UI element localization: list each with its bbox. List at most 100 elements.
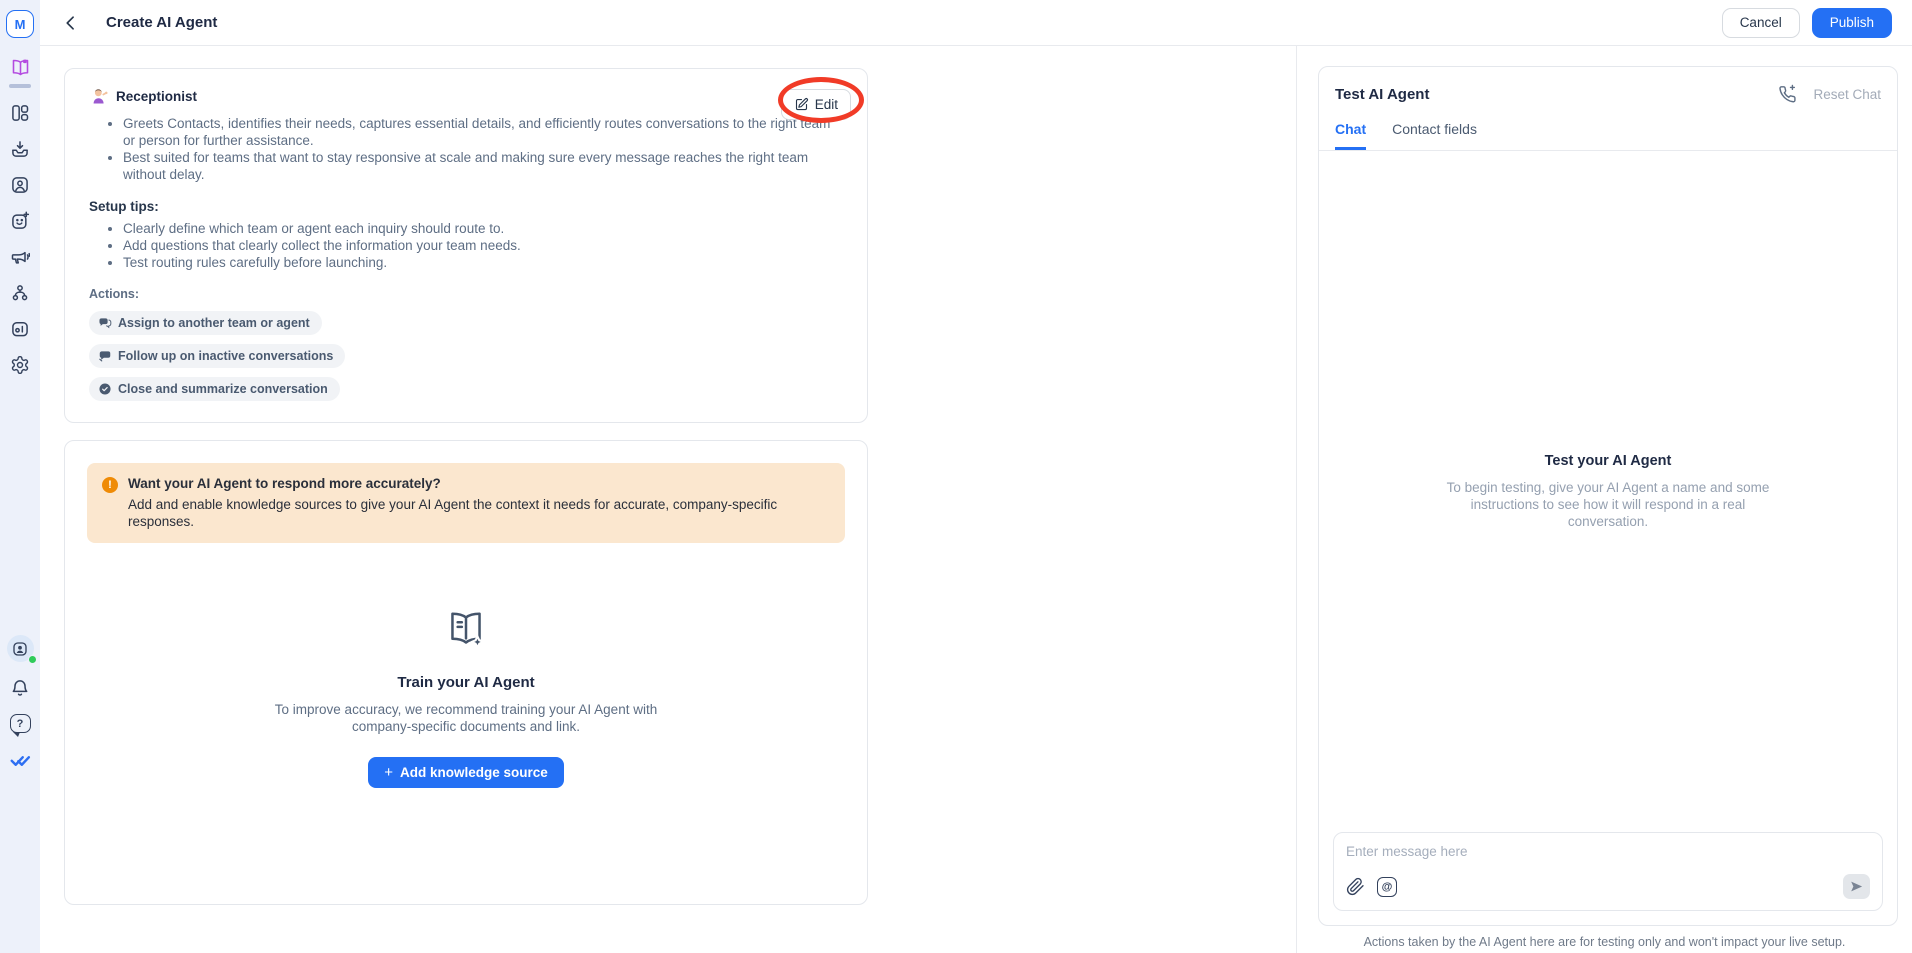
agent-description-list: Greets Contacts, identifies their needs,… [89, 115, 843, 183]
action-chip-assign: Assign to another team or agent [89, 311, 322, 335]
send-button[interactable] [1843, 874, 1870, 899]
create-ai-agent-page: M [0, 0, 1912, 953]
accuracy-warning-banner: ! Want your AI Agent to respond more acc… [87, 463, 845, 543]
check-circle-icon [98, 382, 112, 396]
add-knowledge-source-label: Add knowledge source [400, 765, 548, 780]
publish-button[interactable]: Publish [1812, 8, 1892, 38]
online-status-dot [28, 655, 37, 664]
mention-button[interactable]: @ [1377, 877, 1397, 897]
sidebar: M [0, 0, 40, 953]
banner-title: Want your AI Agent to respond more accur… [128, 476, 818, 491]
app-logo [9, 748, 31, 770]
edit-pencil-icon [794, 97, 809, 112]
right-pane: Test AI Agent Reset Chat Chat [1296, 46, 1912, 953]
message-composer: Enter message here @ [1333, 832, 1883, 911]
sidebar-item-help[interactable]: ? [10, 714, 31, 733]
agent-header: Receptionist [89, 86, 843, 106]
test-ai-agent-panel: Test AI Agent Reset Chat Chat [1318, 66, 1898, 926]
page-header: Create AI Agent Cancel Publish [40, 0, 1912, 46]
reset-chat-button[interactable]: Reset Chat [1813, 87, 1881, 102]
warning-icon: ! [102, 477, 118, 493]
action-chips: Assign to another team or agent Follow u… [89, 311, 569, 401]
cancel-button[interactable]: Cancel [1722, 8, 1800, 38]
gear-icon [10, 355, 30, 375]
tab-chat[interactable]: Chat [1335, 121, 1366, 150]
page-title: Create AI Agent [106, 14, 217, 31]
active-nav-indicator [9, 84, 31, 88]
attachment-button[interactable] [1346, 877, 1365, 896]
add-knowledge-source-button[interactable]: + Add knowledge source [368, 757, 564, 788]
tab-contact-fields[interactable]: Contact fields [1392, 121, 1477, 150]
sidebar-item-reports[interactable] [9, 318, 31, 340]
sidebar-item-ai-agent[interactable] [9, 210, 31, 232]
train-body: To improve accuracy, we recommend traini… [250, 701, 682, 735]
test-panel-tabs: Chat Contact fields [1319, 121, 1897, 151]
bell-icon [10, 678, 30, 698]
empty-state-body: To begin testing, give your AI Agent a n… [1443, 479, 1773, 530]
bar-chart-icon [10, 319, 30, 339]
test-panel-header-actions: Reset Chat [1777, 84, 1881, 104]
banner-text: Want your AI Agent to respond more accur… [128, 476, 818, 530]
plus-icon: + [384, 765, 393, 780]
smiley-plus-icon [10, 211, 30, 231]
book-icon [10, 57, 31, 78]
agent-description-card: Receptionist Greets Contacts, identifies… [64, 68, 868, 423]
test-panel-header: Test AI Agent Reset Chat [1319, 67, 1897, 104]
edit-button-label: Edit [815, 97, 838, 112]
train-section: Train your AI Agent To improve accuracy,… [87, 605, 845, 788]
empty-state-title: Test your AI Agent [1545, 453, 1672, 469]
dashboard-icon [10, 103, 30, 123]
setup-tips-label: Setup tips: [89, 199, 843, 214]
action-chip-label: Assign to another team or agent [118, 316, 310, 330]
back-button[interactable] [60, 12, 82, 34]
knowledge-card: ! Want your AI Agent to respond more acc… [64, 440, 868, 905]
test-disclaimer: Actions taken by the AI Agent here are f… [1297, 935, 1912, 949]
message-input[interactable]: Enter message here [1346, 844, 1870, 859]
sidebar-item-knowledge[interactable] [9, 56, 31, 78]
setup-tips-list: Clearly define which team or agent each … [89, 220, 843, 271]
workspace-avatar[interactable]: M [6, 10, 34, 38]
sidebar-bottom: ? [0, 635, 40, 770]
sidebar-item-dashboard[interactable] [9, 102, 31, 124]
setup-tip-item: Add questions that clearly collect the i… [123, 237, 843, 254]
header-actions: Cancel Publish [1722, 8, 1892, 38]
assign-chat-icon [98, 316, 112, 330]
action-chip-label: Close and summarize conversation [118, 382, 328, 396]
sidebar-item-workflows[interactable] [9, 282, 31, 304]
send-icon [1849, 879, 1864, 894]
phone-plus-icon [1777, 84, 1797, 104]
action-chip-follow-up: Follow up on inactive conversations [89, 344, 345, 368]
at-sign-icon: @ [1382, 881, 1393, 893]
phone-call-button[interactable] [1777, 84, 1797, 104]
chevron-left-icon [61, 13, 81, 33]
edit-button[interactable]: Edit [781, 89, 851, 120]
actions-label: Actions: [89, 287, 843, 301]
setup-tip-item: Clearly define which team or agent each … [123, 220, 843, 237]
agent-description-item: Best suited for teams that want to stay … [123, 149, 843, 183]
sidebar-item-contacts[interactable] [9, 174, 31, 196]
paperclip-icon [1346, 877, 1365, 896]
follow-up-chat-icon [98, 349, 112, 363]
sidebar-item-settings[interactable] [9, 354, 31, 376]
help-icon: ? [17, 718, 24, 730]
sidebar-item-inbox[interactable] [9, 138, 31, 160]
inbox-icon [10, 139, 30, 159]
action-chip-close: Close and summarize conversation [89, 377, 340, 401]
chat-area: Test your AI Agent To begin testing, giv… [1319, 151, 1897, 832]
org-chart-icon [10, 283, 30, 303]
train-title: Train your AI Agent [87, 674, 845, 691]
receptionist-emoji-icon [89, 86, 109, 106]
sidebar-item-profile[interactable] [7, 635, 34, 662]
double-check-logo-icon [9, 749, 32, 770]
contact-card-icon [10, 175, 30, 195]
sidebar-item-broadcast[interactable] [9, 246, 31, 268]
open-book-sparkle-icon [438, 605, 494, 655]
agent-name: Receptionist [116, 89, 197, 104]
main-content: Receptionist Greets Contacts, identifies… [40, 46, 1296, 953]
sidebar-item-notifications[interactable] [9, 677, 31, 699]
setup-tip-item: Test routing rules carefully before laun… [123, 254, 843, 271]
sidebar-nav [9, 56, 31, 376]
test-panel-title: Test AI Agent [1335, 86, 1429, 103]
banner-body: Add and enable knowledge sources to give… [128, 496, 818, 530]
composer-toolbar: @ [1346, 874, 1870, 899]
